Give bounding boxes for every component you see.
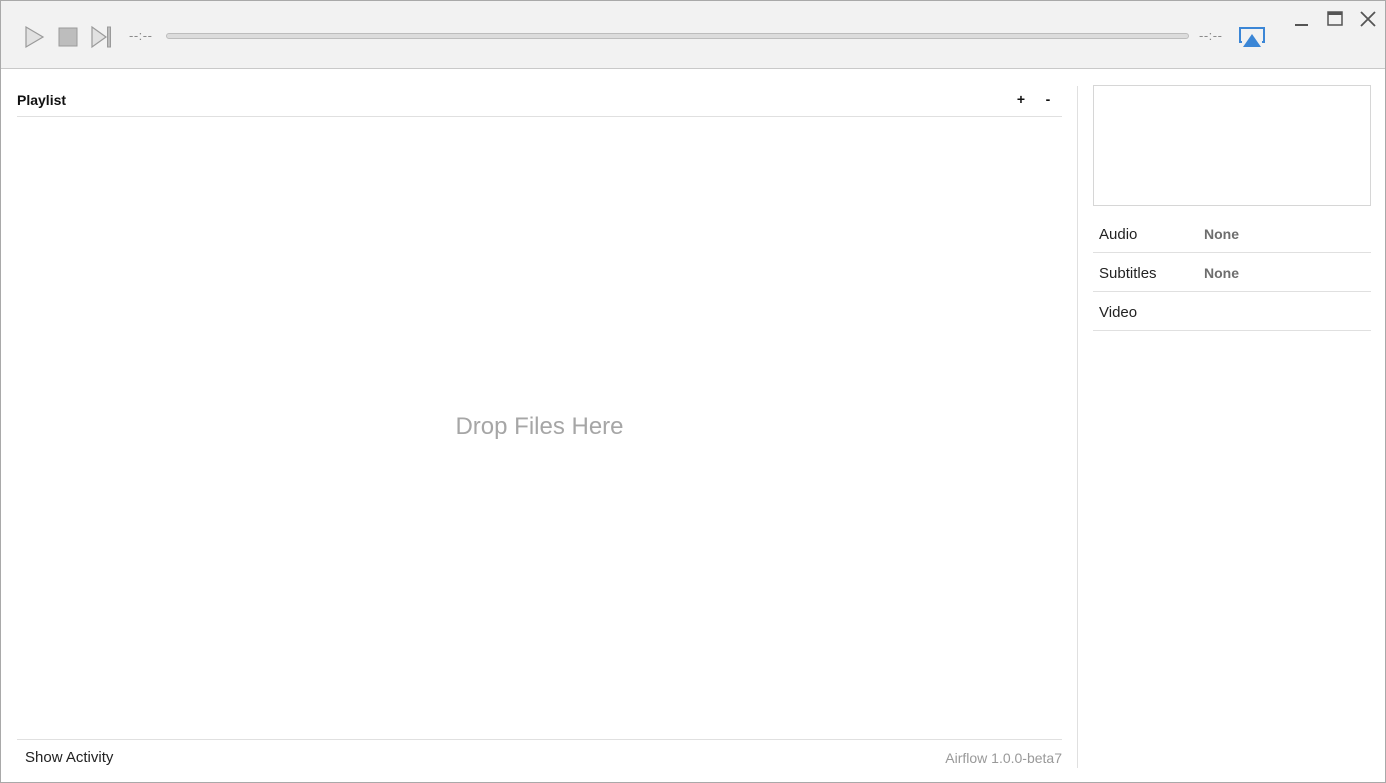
- stop-button[interactable]: [56, 24, 80, 50]
- airplay-icon: [1238, 27, 1266, 53]
- video-label: Video: [1099, 304, 1138, 321]
- player-toolbar: --:-- --:--: [1, 1, 1385, 69]
- skip-next-button[interactable]: [90, 24, 114, 50]
- skip-next-icon: [90, 24, 114, 50]
- app-window: --:-- --:-- Playlist + - Drop Files Here…: [0, 0, 1386, 783]
- playlist-footer: Show Activity Airflow 1.0.0-beta7: [17, 739, 1062, 778]
- drop-files-hint: Drop Files Here: [455, 413, 624, 440]
- play-icon: [23, 24, 47, 50]
- track-row-video: Video: [1093, 292, 1371, 331]
- subtitles-track-value[interactable]: None: [1204, 265, 1239, 281]
- playlist-drop-zone[interactable]: Drop Files Here: [17, 117, 1062, 739]
- time-elapsed: --:--: [129, 28, 153, 43]
- audio-label: Audio: [1099, 226, 1138, 243]
- close-icon: [1357, 11, 1379, 35]
- track-row-audio: Audio None: [1093, 214, 1371, 253]
- video-preview: [1093, 85, 1371, 206]
- playlist-add-button[interactable]: +: [1014, 91, 1028, 107]
- track-row-subtitles: Subtitles None: [1093, 253, 1371, 292]
- close-button[interactable]: [1357, 9, 1379, 31]
- show-activity-link[interactable]: Show Activity: [25, 749, 113, 766]
- time-remaining: --:--: [1199, 28, 1223, 43]
- minimize-icon: [1291, 18, 1313, 35]
- version-label: Airflow 1.0.0-beta7: [945, 750, 1062, 766]
- cast-button[interactable]: [1238, 25, 1266, 49]
- play-button[interactable]: [23, 24, 47, 50]
- maximize-icon: [1324, 11, 1346, 35]
- playlist-header: Playlist + -: [17, 86, 1062, 117]
- minimize-button[interactable]: [1291, 9, 1313, 31]
- panel-divider: [1077, 86, 1078, 768]
- playlist-remove-button[interactable]: -: [1041, 91, 1055, 107]
- stop-icon: [56, 24, 80, 50]
- maximize-button[interactable]: [1324, 9, 1346, 31]
- seek-bar[interactable]: [166, 33, 1189, 39]
- subtitles-label: Subtitles: [1099, 265, 1157, 282]
- audio-track-value[interactable]: None: [1204, 226, 1239, 242]
- playlist-title: Playlist: [17, 92, 67, 108]
